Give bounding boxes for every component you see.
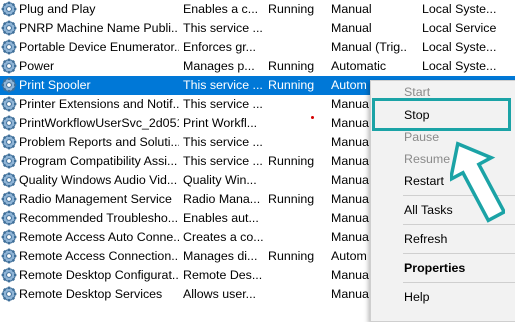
service-status: Running bbox=[268, 2, 315, 16]
service-status: Running bbox=[268, 154, 315, 168]
service-status: Running bbox=[268, 78, 315, 92]
gear-icon bbox=[1, 20, 17, 36]
menu-item-help[interactable]: Help bbox=[404, 290, 429, 304]
service-status: Running bbox=[268, 59, 315, 73]
service-row[interactable]: Power Manages p... Running Automatic Loc… bbox=[0, 57, 515, 76]
service-description: Enables a c... bbox=[183, 2, 259, 16]
gear-icon bbox=[1, 172, 17, 188]
service-startup-type: Manual bbox=[331, 21, 372, 35]
menu-item-start[interactable]: Start bbox=[404, 85, 430, 99]
service-log-on-as: Local Service bbox=[422, 21, 497, 35]
service-description: Remote Des... bbox=[183, 268, 263, 282]
menu-item-properties[interactable]: Properties bbox=[404, 261, 465, 275]
menu-item-refresh[interactable]: Refresh bbox=[404, 232, 447, 246]
service-log-on-as: Local Syste... bbox=[422, 40, 497, 54]
service-description: This service ... bbox=[183, 154, 263, 168]
service-name: Remote Desktop Configurat... bbox=[19, 268, 179, 282]
service-row[interactable]: Plug and Play Enables a c... Running Man… bbox=[0, 0, 515, 19]
service-status: Running bbox=[268, 249, 315, 263]
service-name: Remote Desktop Services bbox=[19, 287, 163, 301]
gear-icon bbox=[1, 229, 17, 245]
gear-icon bbox=[1, 77, 17, 93]
gear-icon bbox=[1, 1, 17, 17]
service-name: Recommended Troublesho... bbox=[19, 211, 179, 225]
service-name: Printer Extensions and Notif... bbox=[19, 97, 179, 111]
service-name: Power bbox=[19, 59, 55, 73]
service-description: Enforces gr... bbox=[183, 40, 257, 54]
service-description: This service ... bbox=[183, 78, 263, 92]
gear-icon bbox=[1, 286, 17, 302]
service-name: Remote Access Connection... bbox=[19, 249, 179, 263]
service-log-on-as: Local Syste... bbox=[422, 2, 497, 16]
service-description: This service ... bbox=[183, 97, 263, 111]
service-description: Allows user... bbox=[183, 287, 256, 301]
service-description: Enables aut... bbox=[183, 211, 259, 225]
service-name: PrintWorkflowUserSvc_2d051 bbox=[19, 116, 179, 130]
service-name: Plug and Play bbox=[19, 2, 96, 16]
service-name: Print Spooler bbox=[19, 78, 91, 92]
gear-icon bbox=[1, 58, 17, 74]
service-description: Print Workfl... bbox=[183, 116, 258, 130]
service-description: This service ... bbox=[183, 135, 263, 149]
gear-icon bbox=[1, 39, 17, 55]
service-description: Manages p... bbox=[183, 59, 255, 73]
service-description: Quality Win... bbox=[183, 173, 257, 187]
gear-icon bbox=[1, 153, 17, 169]
menu-item-pause[interactable]: Pause bbox=[404, 130, 439, 144]
menu-item-restart[interactable]: Restart bbox=[404, 174, 444, 188]
service-row[interactable]: Portable Device Enumerator... Enforces g… bbox=[0, 38, 515, 57]
menu-item-all-tasks[interactable]: All Tasks bbox=[404, 203, 453, 217]
service-description: This service ... bbox=[183, 21, 263, 35]
service-name: Portable Device Enumerator... bbox=[19, 40, 179, 54]
service-log-on-as: Local Syste... bbox=[422, 59, 497, 73]
gear-icon bbox=[1, 115, 17, 131]
up-arrow-icon bbox=[450, 141, 505, 223]
gear-icon bbox=[1, 134, 17, 150]
service-name: Remote Access Auto Conne... bbox=[19, 230, 179, 244]
stop-highlight-box bbox=[372, 98, 511, 131]
gear-icon bbox=[1, 248, 17, 264]
service-startup-type: Automatic bbox=[331, 59, 387, 73]
service-name: Problem Reports and Soluti... bbox=[19, 135, 179, 149]
red-dot bbox=[311, 116, 314, 119]
service-description: Manages di... bbox=[183, 249, 258, 263]
service-startup-type: Manual (Trig... bbox=[331, 40, 407, 54]
service-description: Creates a co... bbox=[183, 230, 263, 244]
service-name: Quality Windows Audio Vid... bbox=[19, 173, 178, 187]
menu-separator bbox=[403, 253, 515, 254]
service-name: Radio Management Service bbox=[19, 192, 172, 206]
gear-icon bbox=[1, 191, 17, 207]
service-description: Radio Mana... bbox=[183, 192, 261, 206]
service-name: PNRP Machine Name Publi... bbox=[19, 21, 179, 35]
gear-icon bbox=[1, 96, 17, 112]
gear-icon bbox=[1, 267, 17, 283]
menu-item-resume[interactable]: Resume bbox=[404, 152, 450, 166]
service-status: Running bbox=[268, 192, 315, 206]
service-row[interactable]: PNRP Machine Name Publi... This service … bbox=[0, 19, 515, 38]
service-startup-type: Manual bbox=[331, 2, 372, 16]
menu-separator bbox=[403, 282, 515, 283]
gear-icon bbox=[1, 210, 17, 226]
service-name: Program Compatibility Assi... bbox=[19, 154, 178, 168]
